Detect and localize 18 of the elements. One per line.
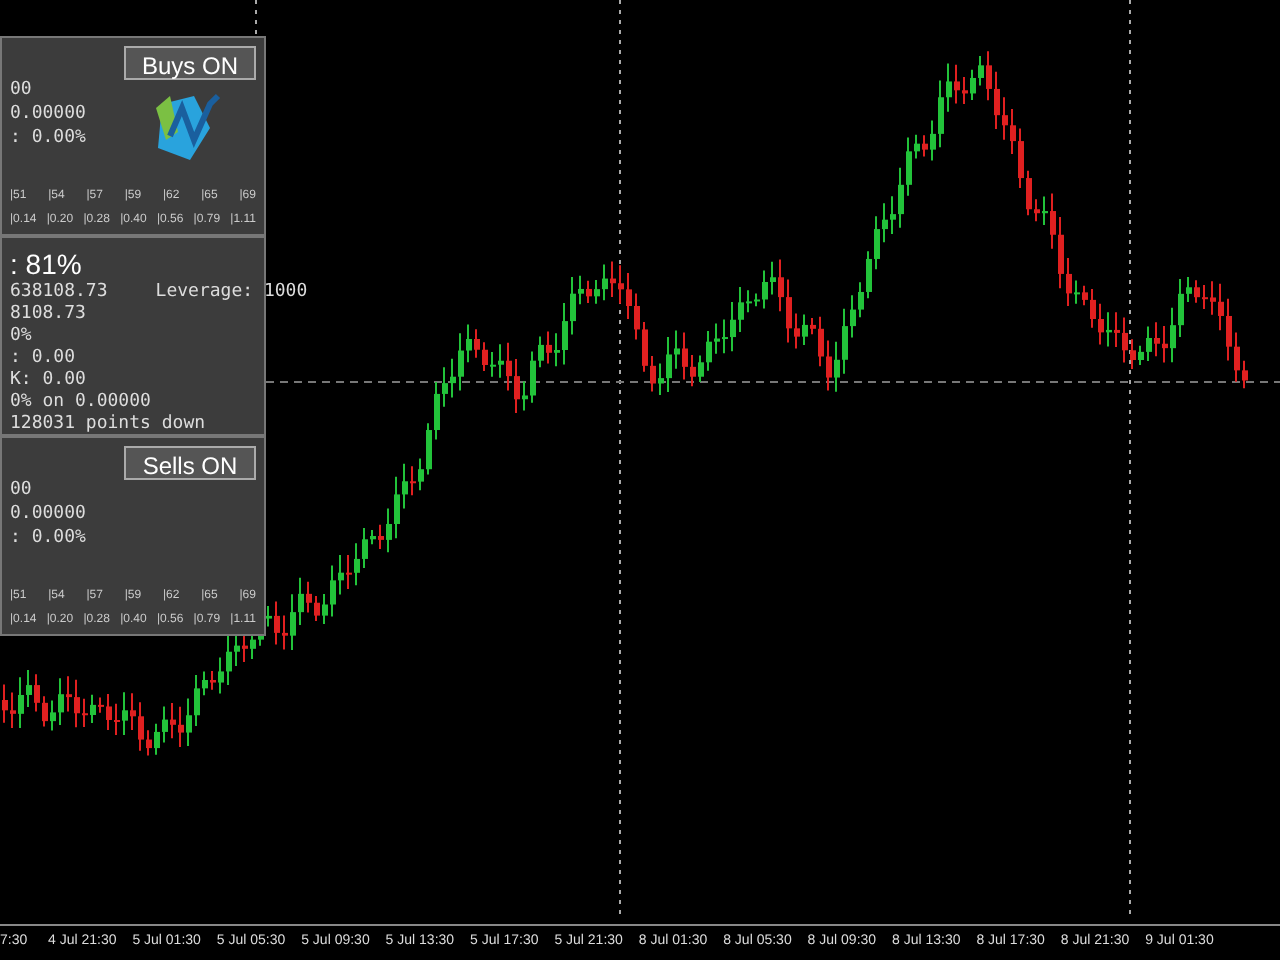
- panel-line: 00: [10, 478, 34, 502]
- panel-line: 0%: [10, 326, 33, 348]
- panel-line: 0% on 0.00000: [10, 392, 153, 414]
- grid-line: [255, 0, 257, 37]
- toggle-button[interactable]: Buys ON: [124, 46, 256, 80]
- panel-line: : 0.00%: [10, 126, 86, 150]
- panel-line: 8108.73: [10, 304, 88, 326]
- panel-line: : 0.00: [10, 348, 78, 370]
- panel-line: 0.00000: [10, 102, 86, 126]
- margin-level: : 81%: [10, 246, 84, 282]
- leverage-label: Leverage: 1000: [155, 282, 308, 304]
- panel-line: 00: [10, 78, 34, 102]
- panel-line: K: 0.00: [10, 370, 88, 392]
- panel-line: : 0.00%: [10, 526, 86, 550]
- panel-line: 0.00000: [10, 502, 86, 526]
- panel-line: 128031 points down: [10, 414, 208, 436]
- toggle-button[interactable]: Sells ON: [124, 446, 256, 480]
- panel-line: 638108.73: [10, 282, 108, 304]
